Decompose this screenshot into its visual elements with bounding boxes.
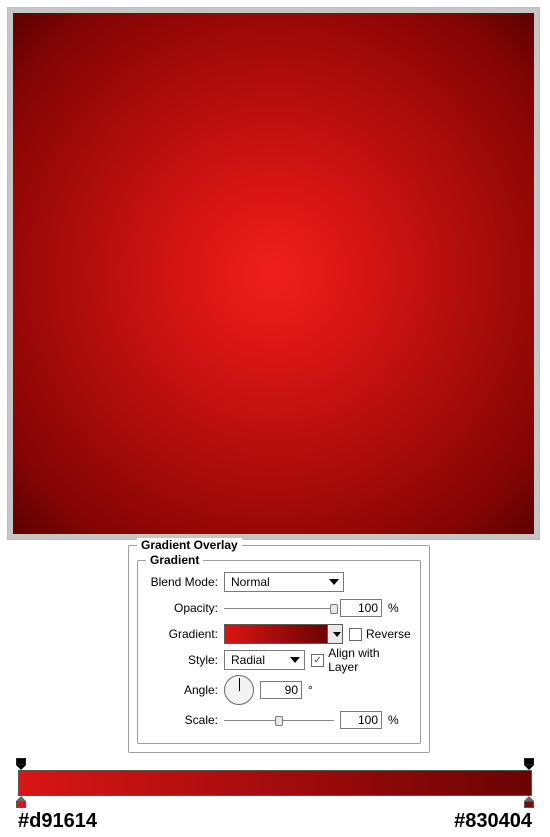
dropdown-button[interactable] (327, 625, 342, 643)
color-stop-handle[interactable] (523, 796, 535, 808)
chevron-down-icon (333, 632, 341, 637)
style-label: Style: (146, 653, 224, 667)
gradient-group: Gradient Blend Mode: Normal Opacity: (137, 560, 421, 744)
gradient-swatch-dropdown[interactable] (224, 624, 343, 644)
checkbox-icon (349, 628, 362, 641)
angle-unit: ° (308, 683, 313, 697)
scale-label: Scale: (146, 713, 224, 727)
gradient-preview (13, 13, 534, 534)
blend-mode-dropdown[interactable]: Normal (224, 572, 344, 592)
style-dropdown[interactable]: Radial (224, 650, 305, 670)
chevron-down-icon (290, 657, 300, 663)
scale-field[interactable]: 100 (340, 711, 382, 729)
gradient-editor: #d91614 #830404 (18, 758, 532, 833)
reverse-label: Reverse (366, 627, 411, 641)
checkbox-icon: ✓ (311, 654, 324, 667)
align-with-layer-checkbox[interactable]: ✓ Align with Layer (311, 646, 412, 674)
color-stop-handle[interactable] (15, 796, 27, 808)
inner-group-title: Gradient (146, 553, 203, 567)
opacity-stop-handle[interactable] (15, 758, 27, 770)
scale-slider[interactable] (224, 711, 334, 729)
scale-unit: % (388, 713, 399, 727)
color-stop-hex-left: #d91614 (18, 810, 97, 833)
style-value: Radial (231, 653, 265, 667)
opacity-label: Opacity: (146, 601, 224, 615)
align-label: Align with Layer (328, 646, 412, 674)
canvas-frame (7, 7, 540, 540)
opacity-unit: % (388, 601, 399, 615)
reverse-checkbox[interactable]: Reverse (349, 627, 411, 641)
color-stop-hex-right: #830404 (454, 810, 532, 833)
gradient-label: Gradient: (146, 627, 224, 641)
blend-mode-label: Blend Mode: (146, 575, 224, 589)
angle-label: Angle: (146, 683, 224, 697)
gradient-overlay-group: Gradient Overlay Gradient Blend Mode: No… (128, 545, 430, 753)
opacity-stop-handle[interactable] (523, 758, 535, 770)
blend-mode-value: Normal (231, 575, 270, 589)
opacity-slider[interactable] (224, 599, 334, 617)
chevron-down-icon (329, 579, 339, 585)
gradient-track[interactable] (18, 770, 532, 796)
group-title: Gradient Overlay (137, 538, 242, 552)
opacity-field[interactable]: 100 (340, 599, 382, 617)
angle-field[interactable]: 90 (260, 681, 302, 699)
angle-dial[interactable] (224, 675, 254, 705)
gradient-swatch-preview (225, 625, 327, 643)
